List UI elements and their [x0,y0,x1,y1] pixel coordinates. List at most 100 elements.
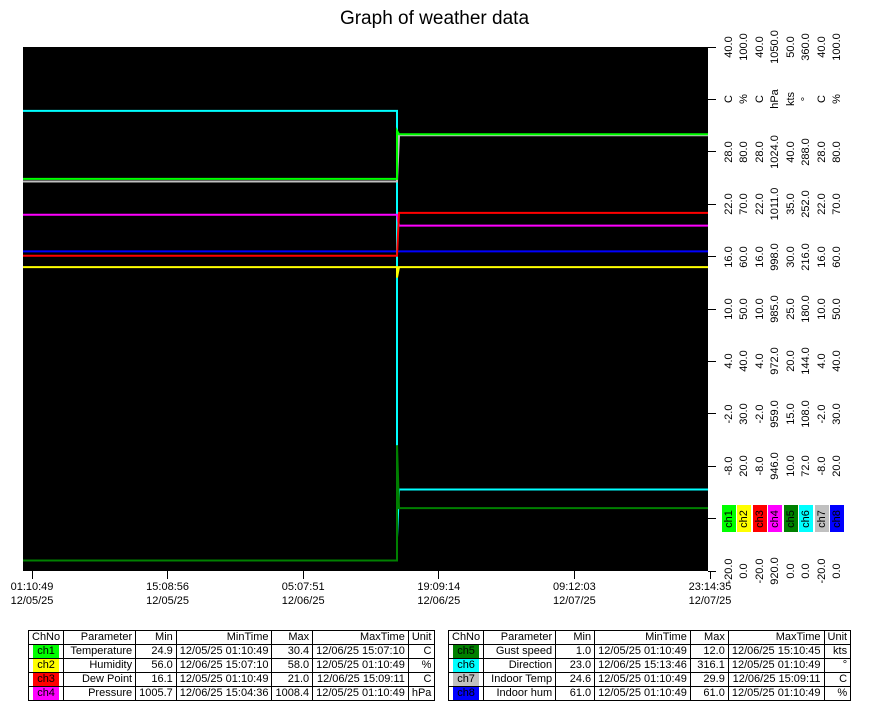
x-axis-label-time: 01:10:49 [0,580,77,594]
y-axis-unit-ch3: C [754,95,766,103]
y-axis-tick-label-ch8: 20.0 [831,455,843,476]
channel-legend-label: ch8 [831,510,843,528]
y-axis-tick-label-ch1: -8.0 [723,457,735,476]
y-axis-tick-label-ch8: 0.0 [831,563,843,578]
table-header-min: Min [556,631,595,645]
series-line-ch2 [23,267,708,278]
y-axis-tick-label-ch5: 15.0 [785,403,797,424]
y-axis-tick-label-ch4: 1050.0 [769,30,781,64]
y-axis-tick [708,309,716,310]
cell-max: 12.0 [690,645,728,659]
cell-unit: kts [824,645,851,659]
y-axis-tick-label-ch1: 10.0 [723,298,735,319]
channel-legend-box-ch4: ch4 [768,505,782,532]
table-row-ch4: ch4Pressure1005.712/06/25 15:04:361008.4… [29,687,435,701]
x-axis-label-date: 12/05/25 [123,594,213,608]
y-axis-tick-label-ch1: 40.0 [723,36,735,57]
x-axis-label-date: 12/07/25 [529,594,619,608]
x-axis-tick [167,571,168,579]
y-axis-tick-label-ch7: -8.0 [816,457,828,476]
channel-legend-label: ch4 [769,510,781,528]
cell-max: 1008.4 [272,687,313,701]
y-axis-tick [708,204,716,205]
cell-chno: ch2 [29,659,64,673]
x-axis-label: 19:09:1412/06/25 [394,580,484,608]
y-axis-tick-label-ch8: 60.0 [831,246,843,267]
y-axis-tick-label-ch7: 4.0 [816,354,828,369]
y-axis-tick-label-ch2: 100.0 [738,33,750,61]
y-axis-tick-label-ch1: -20.0 [723,558,735,583]
table-header-unit: Unit [408,631,435,645]
x-axis-label-date: 12/06/25 [258,594,348,608]
table-row-ch1: ch1Temperature24.912/05/25 01:10:4930.41… [29,645,435,659]
y-axis-tick-label-ch3: -20.0 [754,558,766,583]
table-row-ch7: ch7Indoor Temp24.612/05/25 01:10:4929.91… [449,673,851,687]
table-header-min: Min [136,631,177,645]
y-axis-unit-ch8: % [831,95,843,105]
x-axis-tick [438,571,439,579]
y-axis-tick-label-ch2: 20.0 [738,455,750,476]
channel-badge-ch5: ch5 [453,645,479,658]
y-axis-tick-label-ch5: 0.0 [785,563,797,578]
y-axis-tick-label-ch4: 1011.0 [769,188,781,221]
y-axis-tick [708,256,716,257]
x-axis-label-time: 09:12:03 [529,580,619,594]
y-axis-tick-label-ch8: 30.0 [831,403,843,424]
y-axis-tick-label-ch6: 72.0 [800,455,812,476]
cell-mintime: 12/05/25 01:10:49 [176,673,272,687]
y-axis-tick-label-ch7: 10.0 [816,298,828,319]
cell-unit: % [408,659,435,673]
cell-min: 24.9 [136,645,177,659]
cell-parameter: Indoor Temp [484,673,556,687]
x-axis-tick [303,571,304,579]
y-axis-tick-label-ch6: 180.0 [800,295,812,323]
y-axis-tick-label-ch8: 100.0 [831,33,843,61]
table-row-ch3: ch3Dew Point16.112/05/25 01:10:4921.012/… [29,673,435,687]
y-axis-unit-ch2: % [738,95,750,105]
cell-max: 316.1 [690,659,728,673]
channel-legend-box-ch1: ch1 [722,505,736,532]
channel-legend-box-ch2: ch2 [737,505,751,532]
table-header-chno: ChNo [29,631,64,645]
y-axis-tick-label-ch3: 40.0 [754,36,766,57]
cell-max: 29.9 [690,673,728,687]
cell-unit: C [408,645,435,659]
channel-legend-box-ch5: ch5 [784,505,798,532]
channel-badge-ch4: ch4 [33,687,59,700]
table-header-unit: Unit [824,631,851,645]
cell-min: 1.0 [556,645,595,659]
table-header-mintime: MinTime [595,631,691,645]
y-axis-unit-ch4: hPa [769,90,781,110]
y-axis-tick-label-ch4: 959.0 [769,400,781,428]
channel-badge-ch3: ch3 [33,673,59,686]
cell-min: 61.0 [556,687,595,701]
y-axis-tick-label-ch8: 80.0 [831,141,843,162]
y-axis-tick-label-ch2: 50.0 [738,298,750,319]
y-axis-tick-label-ch4: 1024.0 [769,135,781,169]
table-header-parameter: Parameter [64,631,136,645]
cell-maxtime: 12/06/25 15:10:45 [728,645,824,659]
y-axis-unit-ch7: C [816,95,828,103]
table-header-row: ChNoParameterMinMinTimeMaxMaxTimeUnit [29,631,435,645]
cell-chno: ch6 [449,659,484,673]
y-axis-tick-label-ch6: 216.0 [800,243,812,271]
table-row-ch6: ch6Direction23.012/06/25 15:13:46316.112… [449,659,851,673]
y-axis-tick-label-ch7: -2.0 [816,404,828,423]
y-axis-tick-label-ch2: 0.0 [738,563,750,578]
cell-max: 58.0 [272,659,313,673]
x-axis-label: 15:08:5612/05/25 [123,580,213,608]
y-axis-tick-label-ch3: 28.0 [754,141,766,162]
series-line-ch3 [23,213,708,256]
cell-mintime: 12/05/25 01:10:49 [595,687,691,701]
channel-legend-box-ch8: ch8 [830,505,844,532]
y-axis-tick [708,466,716,467]
stats-table-left: ChNoParameterMinMinTimeMaxMaxTimeUnitch1… [28,630,435,701]
y-axis-tick-label-ch2: 40.0 [738,351,750,372]
table-header-parameter: Parameter [484,631,556,645]
y-axis-tick-label-ch6: 144.0 [800,348,812,376]
y-axis-tick-label-ch6: 360.0 [800,33,812,61]
x-axis-tick [32,571,33,579]
y-axis-tick [708,413,716,414]
x-axis-label: 09:12:0312/07/25 [529,580,619,608]
y-axis-tick-label-ch3: 4.0 [754,354,766,369]
